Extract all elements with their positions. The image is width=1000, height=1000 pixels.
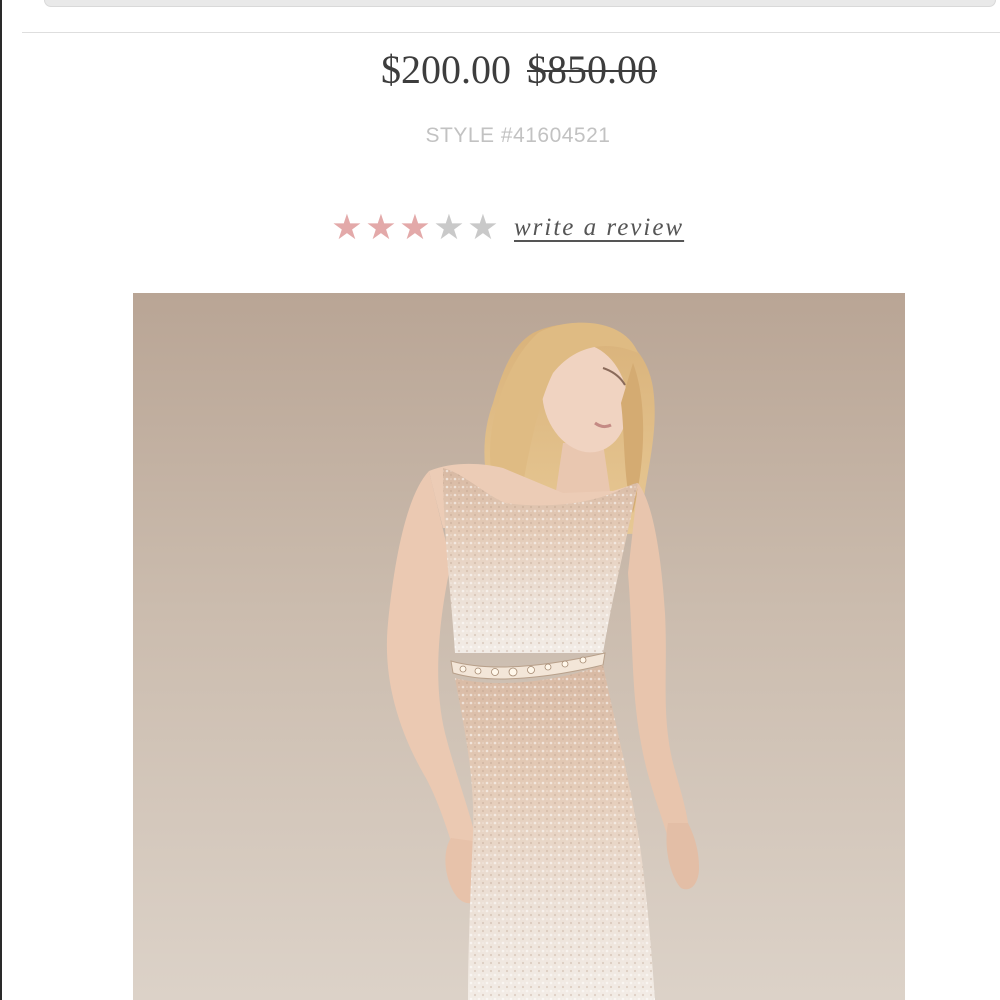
window-edge	[0, 0, 2, 1000]
original-price: $850.00	[527, 47, 657, 92]
star-filled-icon: ★	[365, 208, 397, 248]
star-filled-icon: ★	[399, 208, 431, 248]
product-photo[interactable]	[133, 293, 905, 1000]
rating-row: ★ ★ ★ ★ ★ write a review	[330, 208, 684, 248]
price-row: $200.00 $850.00	[0, 46, 1000, 93]
product-page: $200.00 $850.00 STYLE #41604521 ★ ★ ★ ★ ★ wr…	[0, 0, 1000, 1000]
star-rating: ★ ★ ★ ★ ★	[330, 208, 500, 248]
write-review-link[interactable]: write a review	[514, 214, 684, 242]
star-empty-icon: ★	[433, 208, 465, 248]
star-filled-icon: ★	[331, 208, 363, 248]
model-photo-illustration	[133, 293, 905, 1000]
star-empty-icon: ★	[467, 208, 499, 248]
sale-price: $200.00	[381, 47, 511, 92]
header-divider	[22, 32, 1000, 33]
style-number: STYLE #41604521	[425, 124, 611, 147]
top-search-bar[interactable]	[44, 0, 996, 7]
